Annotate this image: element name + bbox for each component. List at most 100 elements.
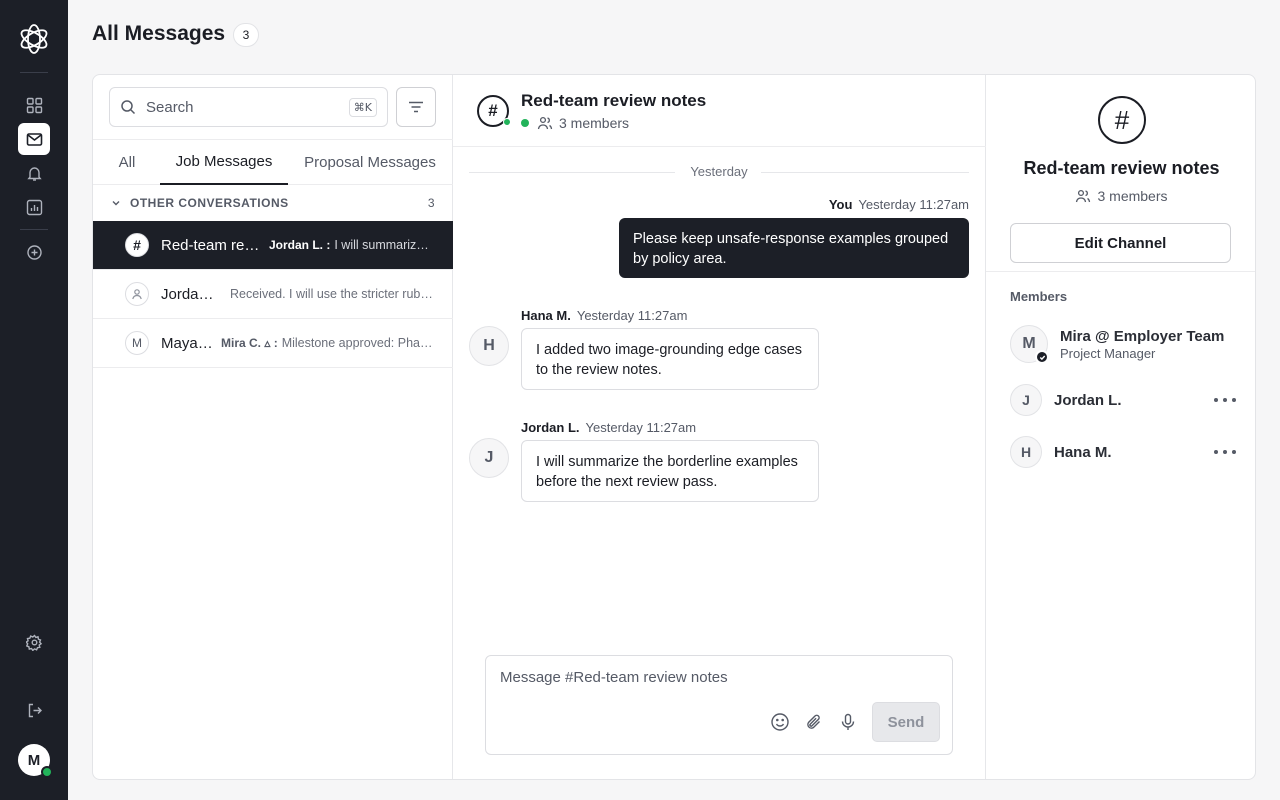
members-count: 3 members	[559, 115, 630, 131]
message-bubble-outgoing: Please keep unsafe-response examples gro…	[619, 218, 969, 278]
conversation-preview: Milestone approved: Phase 2 evaluation s…	[281, 336, 434, 350]
logout-icon	[28, 703, 42, 717]
attachment-icon[interactable]	[804, 712, 824, 732]
day-divider: Yesterday	[469, 163, 969, 181]
conversation-preview: Received. I will use the stricter rubric…	[230, 287, 435, 301]
microphone-icon[interactable]	[838, 712, 858, 732]
member-avatar: H	[1010, 436, 1042, 468]
add-nav-button[interactable]	[18, 236, 50, 268]
notifications-icon	[26, 166, 42, 181]
search-placeholder: Search	[146, 98, 194, 116]
message-author: You	[828, 197, 853, 212]
conversation-name: Maya S.	[161, 334, 213, 352]
chat-members-summary[interactable]: 3 members	[521, 115, 629, 131]
composer-placeholder: Message #Red-team review notes	[500, 669, 728, 686]
dashboard-icon	[26, 97, 42, 113]
message-meta: Jordan L. Yesterday 11:27am	[521, 420, 696, 435]
message-time: Yesterday 11:27am	[858, 197, 969, 212]
avatar: J	[469, 438, 509, 478]
chat-header: # Red-team review notes 3 members	[453, 75, 986, 147]
conversation-name: Jordan L.	[161, 285, 219, 303]
edit-channel-button[interactable]: Edit Channel	[1010, 223, 1231, 263]
chevron-down-icon	[112, 201, 120, 206]
member-initial: M	[1022, 335, 1036, 352]
tab-job-messages[interactable]: Job Messages	[160, 140, 288, 185]
send-button[interactable]: Send	[872, 702, 940, 742]
member-avatar: J	[1010, 384, 1042, 416]
member-item[interactable]: H Hana M.	[1010, 432, 1240, 472]
settings-icon	[25, 633, 42, 651]
member-name: Mira @ Employer Team	[1060, 327, 1225, 345]
message-tabs: All Job Messages Proposal Messages	[93, 139, 453, 185]
notifications-nav-button[interactable]	[18, 157, 50, 189]
tab-proposal-messages[interactable]: Proposal Messages	[299, 140, 441, 185]
rail-divider	[20, 229, 48, 230]
hash-icon: #	[488, 101, 498, 120]
app-logo-icon[interactable]	[17, 22, 51, 56]
reports-nav-button[interactable]	[18, 191, 50, 223]
section-count: 3	[427, 196, 435, 210]
more-options-icon[interactable]	[1214, 398, 1236, 402]
messages-card: Search ⌘K All Job Messages Proposal Mess…	[92, 74, 1256, 780]
messages-nav-button[interactable]	[18, 123, 50, 155]
members-count: 3 members	[1097, 188, 1168, 204]
conversation-item[interactable]: # Red-team review notes Jordan L. : I wi…	[93, 221, 453, 270]
section-title: OTHER CONVERSATIONS	[130, 196, 289, 210]
conversation-item[interactable]: Jordan L. Received. I will use the stric…	[93, 270, 453, 319]
dashboard-nav-button[interactable]	[18, 89, 50, 121]
members-icon	[1076, 189, 1091, 203]
member-text: Hana M.	[1054, 444, 1214, 461]
search-shortcut: ⌘K	[348, 97, 377, 117]
channel-icon: #	[125, 233, 149, 257]
message-bubble: I added two image-grounding edge cases t…	[521, 328, 819, 390]
chat-panel: # Red-team review notes 3 members Yester…	[453, 75, 986, 779]
filter-button[interactable]	[396, 87, 436, 127]
conversation-sender: Mira C. ▵ :	[221, 336, 278, 350]
page-title: All Messages	[92, 22, 226, 45]
messages-icon	[26, 132, 42, 146]
message-author: Hana M.	[521, 308, 571, 323]
message-composer[interactable]: Message #Red-team review notes Send	[485, 655, 953, 755]
member-item[interactable]: M Mira @ Employer Team Project Manager	[1010, 324, 1240, 364]
channel-members-summary: 3 members	[986, 188, 1255, 204]
online-status-dot	[503, 118, 511, 126]
online-status-dot	[41, 766, 53, 778]
member-text: Jordan L.	[1054, 392, 1214, 409]
logout-nav-button[interactable]	[18, 694, 50, 726]
divider	[986, 271, 1255, 272]
rail-divider	[20, 72, 48, 73]
member-item[interactable]: J Jordan L.	[1010, 380, 1240, 420]
avatar: H	[469, 326, 509, 366]
chat-title: Red-team review notes	[521, 91, 707, 110]
message-meta: You Yesterday 11:27am	[829, 197, 969, 212]
channel-details-panel: # Red-team review notes 3 members Edit C…	[986, 75, 1255, 779]
channel-large-icon: #	[1098, 96, 1146, 144]
search-input[interactable]: Search ⌘K	[109, 87, 388, 127]
conversation-sender: Jordan L. :	[269, 238, 331, 252]
message-count-badge: 3	[233, 23, 259, 47]
members-icon	[537, 116, 553, 130]
conversation-name: Red-team review notes	[161, 236, 261, 254]
member-name: Jordan L.	[1054, 391, 1122, 409]
message-time: Yesterday 11:27am	[585, 420, 697, 435]
tab-all[interactable]: All	[109, 140, 145, 185]
person-icon	[125, 282, 149, 306]
contact-avatar: M	[125, 331, 149, 355]
message-meta: Hana M. Yesterday 11:27am	[521, 308, 687, 323]
reports-icon	[26, 199, 42, 215]
add-icon	[26, 244, 42, 260]
online-indicator	[521, 119, 529, 127]
user-avatar-initial: M	[27, 751, 41, 769]
message-bubble: I will summarize the borderline examples…	[521, 440, 819, 502]
conversation-item[interactable]: M Maya S. Mira C. ▵ : Milestone approved…	[93, 319, 453, 368]
settings-nav-button[interactable]	[18, 626, 50, 658]
channel-avatar: #	[477, 95, 511, 127]
composer-tools: Send	[770, 702, 940, 742]
channel-title: Red-team review notes	[1023, 158, 1220, 178]
user-avatar[interactable]: M	[18, 744, 53, 778]
conversation-list-panel: Search ⌘K All Job Messages Proposal Mess…	[93, 75, 453, 779]
member-name: Hana M.	[1054, 443, 1112, 461]
other-conversations-header[interactable]: OTHER CONVERSATIONS 3	[93, 185, 453, 221]
more-options-icon[interactable]	[1214, 450, 1236, 454]
emoji-icon[interactable]	[770, 712, 790, 732]
